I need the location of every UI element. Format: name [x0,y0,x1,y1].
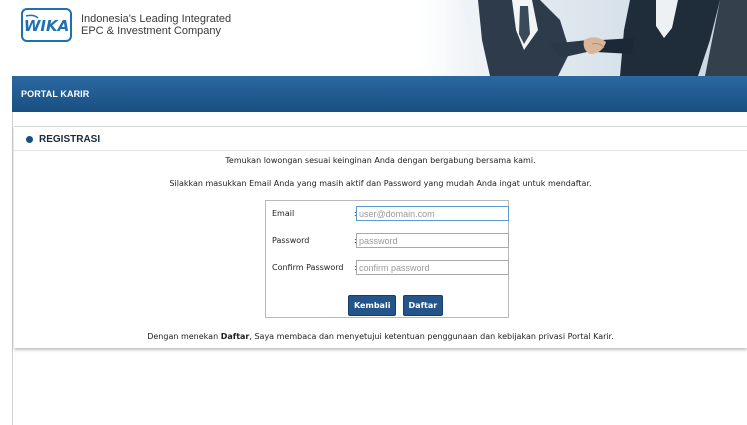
company-tagline: Indonesia's Leading Integrated EPC & Inv… [81,13,231,37]
wika-logo-mark: WIKA [24,14,69,35]
terms-notice-post: , Saya membaca dan menyetujui ketentuan … [249,332,614,341]
tagline-line-2: EPC & Investment Company [81,25,222,37]
password-label: Password [272,236,310,245]
email-row: Email : [266,206,510,222]
page-title: REGISTRASI [39,134,101,145]
main-nav-bar: PORTAL KARIR [12,76,747,112]
email-field[interactable] [356,206,509,221]
title-divider [14,150,747,151]
kembali-button[interactable]: Kembali [348,295,397,316]
nav-portal-karir[interactable]: PORTAL KARIR [21,89,89,99]
confirm-password-field[interactable] [356,260,509,275]
instruction-text: Silakkan masukkan Email Anda yang masih … [169,179,592,188]
wika-logo[interactable]: WIKA [21,8,72,42]
tagline-line-1: Indonesia's Leading Integrated [81,13,232,25]
password-field[interactable] [356,233,509,248]
panel-header: REGISTRASI [26,134,100,145]
terms-notice-bold: Daftar [220,332,250,341]
terms-notice-pre: Dengan menekan [147,332,221,341]
intro-text: Temukan lowongan sesuai keinginan Anda d… [225,156,536,165]
bullet-icon [26,136,33,143]
terms-notice: Dengan menekan Daftar, Saya membaca dan … [14,332,747,341]
svg-text:WIKA: WIKA [24,17,69,35]
password-row: Password : [266,233,510,249]
registration-form: Email : Password : Confirm Password : Ke… [265,200,509,318]
site-header: WIKA Indonesia's Leading Integrated EPC … [0,0,747,76]
registration-panel: REGISTRASI Temukan lowongan sesuai keing… [14,126,747,348]
confirm-password-label: Confirm Password [272,263,344,272]
confirm-password-row: Confirm Password : [266,260,510,276]
left-border [12,112,13,425]
handshake-banner-image [420,0,747,76]
email-label: Email [272,209,295,218]
daftar-button[interactable]: Daftar [402,295,444,316]
form-buttons: Kembali Daftar [348,293,444,316]
